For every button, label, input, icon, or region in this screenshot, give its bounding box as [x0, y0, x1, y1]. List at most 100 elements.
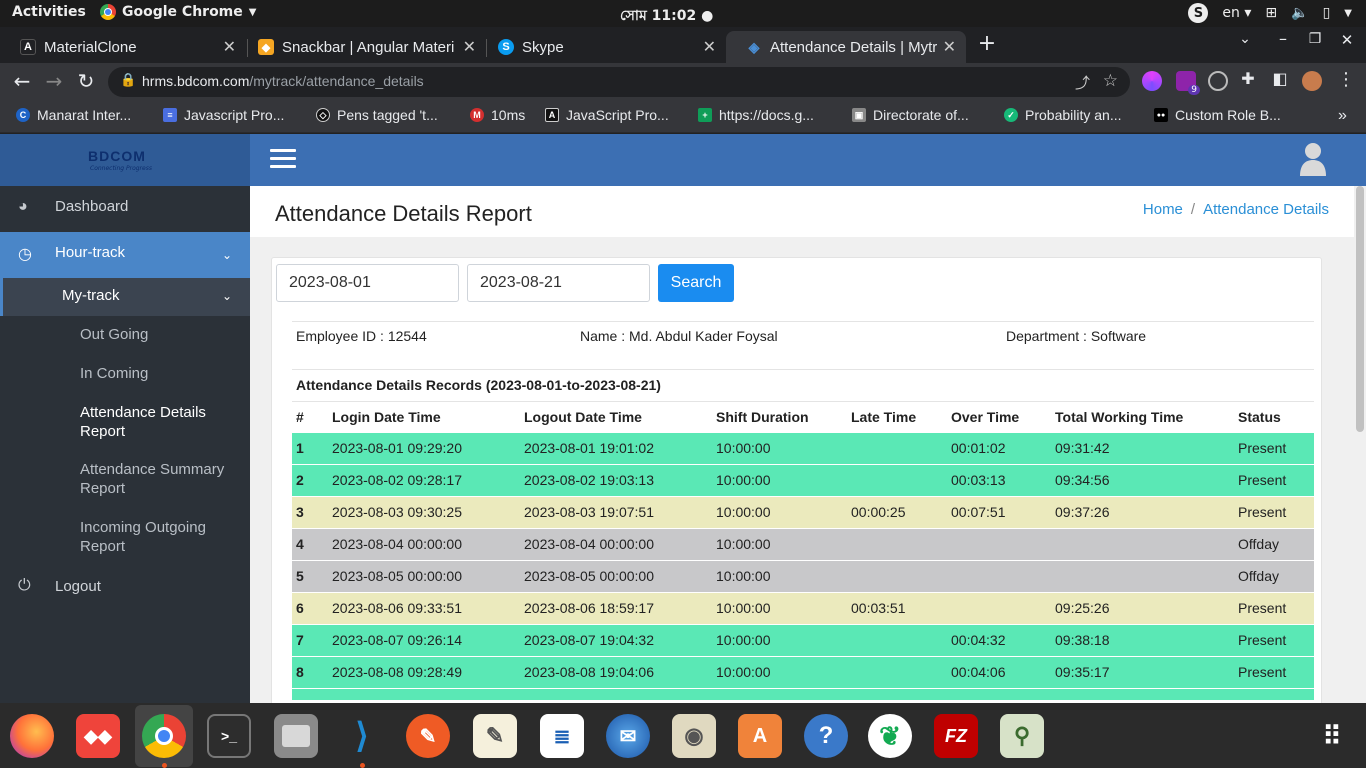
breadcrumb: Home / Attendance Details: [1143, 201, 1329, 218]
anydesk-icon[interactable]: ◆◆: [76, 714, 120, 758]
reload-button[interactable]: ↻: [73, 69, 99, 93]
search-button[interactable]: Search: [658, 264, 734, 302]
sidebar-item-out-going[interactable]: Out Going: [80, 325, 148, 344]
bookmark-label: Probability an...: [1025, 107, 1122, 123]
sidebar-item-my-track[interactable]: My-track ⌄: [0, 278, 250, 316]
clock[interactable]: সোম 11:02 ●: [620, 4, 713, 28]
show-apps-icon[interactable]: ⠿: [1310, 714, 1354, 758]
close-window-button[interactable]: ✕: [1334, 31, 1360, 49]
thunderbird-icon[interactable]: ✉: [606, 714, 650, 758]
chrome-icon[interactable]: [142, 714, 186, 758]
profile-avatar[interactable]: [1302, 71, 1322, 91]
tab-materialclone[interactable]: A MaterialClone ✕: [0, 31, 246, 63]
bookmark-item[interactable]: C Manarat Inter...: [16, 107, 131, 123]
share-icon[interactable]: ⤴: [1075, 72, 1090, 93]
user-avatar[interactable]: [1298, 140, 1328, 176]
volume-icon[interactable]: 🔈: [1291, 5, 1308, 21]
new-tab-button[interactable]: +: [974, 31, 1000, 56]
row-number-cell: 7: [296, 632, 304, 648]
firefox-icon[interactable]: [10, 714, 54, 758]
text-editor-icon[interactable]: ✎: [473, 714, 517, 758]
files-icon[interactable]: [274, 714, 318, 758]
tab-search-icon[interactable]: ⌄: [1232, 31, 1258, 47]
bookmark-label: Pens tagged 't...: [337, 107, 438, 123]
forward-button[interactable]: →: [41, 69, 67, 93]
row-number-cell: 5: [296, 568, 304, 584]
maximize-button[interactable]: ❐: [1302, 31, 1328, 47]
more-menu-icon[interactable]: ⋮: [1333, 69, 1359, 90]
bookmark-item[interactable]: ◇ Pens tagged 't...: [316, 107, 438, 123]
activities-button[interactable]: Activities: [12, 4, 86, 20]
page-scrollbar[interactable]: [1354, 186, 1366, 703]
bookmark-item[interactable]: A JavaScript Pro...: [545, 107, 669, 123]
clock-icon: ◷: [18, 246, 32, 263]
web-page: BDCOM Connecting Progress ◕ Dashboard ◷ …: [0, 134, 1366, 703]
close-icon[interactable]: ✕: [223, 37, 236, 57]
bookmark-item[interactable]: M 10ms: [470, 107, 525, 123]
battery-icon[interactable]: ▯: [1323, 5, 1331, 21]
system-top-bar: Activities Google Chrome ▼ সোম 11:02 ● S…: [0, 0, 1366, 27]
chevron-down-icon[interactable]: ▼: [1344, 8, 1352, 19]
more-bookmarks-icon[interactable]: »: [1338, 107, 1347, 125]
language-indicator[interactable]: en ▾: [1222, 5, 1251, 21]
network-icon[interactable]: ⊞: [1265, 5, 1277, 21]
to-date-input[interactable]: 2023-08-21: [467, 264, 650, 302]
minimize-button[interactable]: –: [1270, 29, 1296, 48]
sidebar-item-incoming-outgoing-report[interactable]: Incoming Outgoing Report: [80, 518, 220, 556]
record-extension-icon[interactable]: [1208, 71, 1228, 91]
breadcrumb-home-link[interactable]: Home: [1143, 201, 1183, 218]
sidebar-item-logout[interactable]: ⏻ Logout: [0, 566, 250, 610]
status-cell: Present: [1238, 504, 1287, 520]
software-center-icon[interactable]: A: [738, 714, 782, 758]
status-cell: Present: [1238, 440, 1287, 456]
tab-snackbar[interactable]: ◆ Snackbar | Angular Materi ✕: [238, 31, 486, 63]
postman-icon[interactable]: ✎: [406, 714, 450, 758]
shift-duration-cell: 10:00:00: [716, 536, 771, 552]
close-icon[interactable]: ✕: [943, 37, 956, 57]
sidebar-item-attendance-details-report[interactable]: Attendance Details Report: [80, 403, 220, 441]
sidebar-item-dashboard[interactable]: ◕ Dashboard: [0, 186, 250, 232]
filezilla-icon[interactable]: FZ: [934, 714, 978, 758]
close-icon[interactable]: ✕: [463, 37, 476, 57]
brand-logo[interactable]: BDCOM Connecting Progress: [0, 134, 250, 186]
side-panel-icon[interactable]: ◧: [1267, 69, 1293, 88]
bookmark-item[interactable]: ●● Custom Role B...: [1154, 107, 1281, 123]
late-time-cell: 00:03:51: [851, 600, 906, 616]
puzzle-extensions-icon[interactable]: ✚: [1235, 69, 1261, 88]
lock-icon[interactable]: 🔒: [120, 73, 136, 88]
tab-skype[interactable]: S Skype ✕: [478, 31, 726, 63]
bookmark-label: Javascript Pro...: [184, 107, 285, 123]
menu-toggle-icon[interactable]: [270, 149, 296, 169]
address-bar[interactable]: 🔒 hrms.bdcom.com/mytrack/attendance_deta…: [108, 67, 1130, 97]
writer-icon[interactable]: ≣: [540, 714, 584, 758]
rhythmbox-icon[interactable]: ◉: [672, 714, 716, 758]
sidebar-item-hour-track[interactable]: ◷ Hour-track ⌄: [0, 232, 250, 278]
terminal-icon[interactable]: >_: [207, 714, 251, 758]
url-host: hrms.bdcom.com: [142, 73, 250, 89]
employee-department: Department : Software: [1006, 328, 1147, 344]
bookmark-item[interactable]: ≡ Javascript Pro...: [163, 107, 284, 123]
bookmark-item[interactable]: ▣ Directorate of...: [852, 107, 969, 123]
scrollbar-thumb[interactable]: [1356, 186, 1364, 432]
extension-badge-icon[interactable]: 9: [1176, 71, 1200, 95]
bookmark-item[interactable]: ✓ Probability an...: [1004, 107, 1122, 123]
ubuntu-dock: ◆◆ >_ ⟩ ✎ ✎ ≣ ✉ ◉ A ? ❦ FZ ⚲ ⠿: [0, 703, 1366, 768]
vscode-icon[interactable]: ⟩: [340, 714, 384, 758]
skype-tray-icon[interactable]: S: [1188, 3, 1209, 23]
from-date-input[interactable]: 2023-08-01: [276, 264, 459, 302]
close-icon[interactable]: ✕: [703, 37, 716, 57]
bookmark-star-icon[interactable]: ☆: [1103, 71, 1118, 91]
back-button[interactable]: ←: [9, 69, 35, 93]
app-menu[interactable]: Google Chrome ▼: [100, 4, 256, 20]
system-tray: S en ▾ ⊞ 🔈 ▯ ▼: [1188, 3, 1352, 23]
sidebar-item-in-coming[interactable]: In Coming: [80, 364, 148, 383]
tab-attendance-details[interactable]: ◈ Attendance Details | Mytr ✕: [726, 31, 966, 63]
bookmark-item[interactable]: + https://docs.g...: [698, 107, 814, 123]
bookmarks-bar: C Manarat Inter... ≡ Javascript Pro... ◇ Pe…: [0, 101, 1366, 133]
extension-icon[interactable]: [1142, 71, 1162, 91]
image-viewer-icon[interactable]: ⚲: [1000, 714, 1044, 758]
mongodb-compass-icon[interactable]: ❦: [868, 714, 912, 758]
sidebar-item-attendance-summary-report[interactable]: Attendance Summary Report: [80, 460, 230, 498]
help-icon[interactable]: ?: [804, 714, 848, 758]
breadcrumb-current-link[interactable]: Attendance Details: [1203, 201, 1329, 218]
